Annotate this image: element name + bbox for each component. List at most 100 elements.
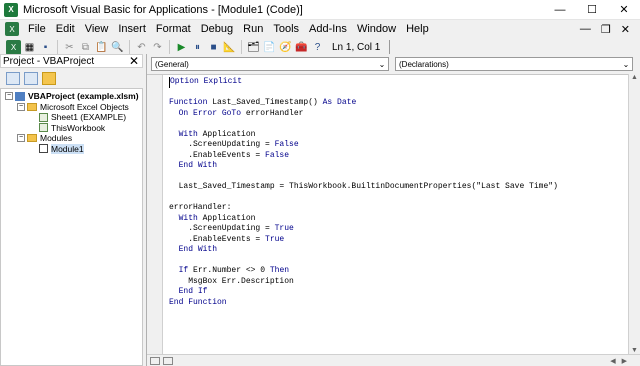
tree-item-label: ThisWorkbook [51,122,106,133]
procedure-view-icon[interactable] [150,356,160,365]
chevron-down-icon: ⌄ [378,59,386,69]
menu-view[interactable]: View [80,20,114,38]
collapse-icon[interactable]: − [17,134,25,143]
collapse-icon[interactable]: − [5,92,13,101]
tree-item-project[interactable]: − VBAProject (example.xlsm) [1,91,142,102]
menu-run[interactable]: Run [238,20,268,38]
code-line[interactable]: With Application [169,130,558,141]
help-icon[interactable]: ? [310,40,325,55]
folder-icon [27,102,37,111]
menu-window[interactable]: Window [352,20,401,38]
run-icon[interactable]: ▶ [174,40,189,55]
maximize-button[interactable]: ☐ [576,0,608,20]
project-icon [15,91,25,101]
paste-icon[interactable]: 📋 [94,40,109,55]
window-title: Microsoft Visual Basic for Applications … [23,3,303,16]
full-module-view-icon[interactable] [163,356,173,365]
insert-module-icon[interactable]: ▦ [22,40,37,55]
minimize-button[interactable]: — [544,0,576,20]
code-line[interactable]: End If [169,287,558,298]
code-line[interactable]: With Application [169,214,558,225]
menu-edit[interactable]: Edit [51,20,80,38]
code-line[interactable]: Option Explicit [169,77,558,88]
scroll-right-icon[interactable]: ▶ [622,357,627,365]
folder-icon [27,134,37,143]
code-line[interactable]: .EnableEvents = True [169,235,558,246]
tree-item-label: Microsoft Excel Objects [40,101,129,112]
code-line[interactable]: If Err.Number <> 0 Then [169,266,558,277]
tree-item-label: VBAProject (example.xlsm) [28,91,139,102]
code-line[interactable]: End With [169,161,558,172]
code-line[interactable]: Function Last_Saved_Timestamp() As Date [169,98,558,109]
tree-item-sheet1[interactable]: Sheet1 (EXAMPLE) [1,112,142,123]
redo-icon[interactable]: ↷ [150,40,165,55]
menu-file[interactable]: File [23,20,51,38]
copy-icon[interactable]: ⧉ [78,40,93,55]
code-line[interactable]: End With [169,245,558,256]
scroll-down-icon[interactable]: ▼ [631,347,638,354]
close-icon[interactable]: ✕ [129,54,139,68]
view-object-icon[interactable] [24,71,38,85]
code-margin[interactable] [147,75,163,355]
code-line[interactable] [169,119,558,130]
view-code-icon[interactable] [6,71,20,85]
code-line[interactable]: errorHandler: [169,203,558,214]
menu-debug[interactable]: Debug [196,20,238,38]
menu-add-ins[interactable]: Add-Ins [304,20,352,38]
code-line[interactable]: On Error GoTo errorHandler [169,109,558,120]
find-icon[interactable]: 🔍 [110,40,125,55]
code-line[interactable] [169,256,558,267]
procedure-dropdown[interactable]: (Declarations) ⌄ [395,57,633,71]
menu-bar: X File Edit View Insert Format Debug Run… [0,20,640,38]
save-icon[interactable]: ▪ [38,40,53,55]
code-line[interactable]: .ScreenUpdating = False [169,140,558,151]
cursor-position: Ln 1, Col 1 [332,41,381,53]
code-window: (General) ⌄ (Declarations) ⌄ Option Expl… [146,54,640,366]
reset-icon[interactable]: ■ [206,40,221,55]
collapse-icon[interactable]: − [17,102,25,111]
view-excel-icon[interactable]: X [6,39,21,55]
properties-icon[interactable]: 📄 [262,40,277,55]
menu-help[interactable]: Help [401,20,434,38]
design-mode-icon[interactable]: 📐 [222,40,237,55]
menu-insert[interactable]: Insert [113,20,151,38]
code-line[interactable]: MsgBox Err.Description [169,277,558,288]
toggle-folders-icon[interactable] [42,71,56,85]
close-icon: ✕ [619,4,629,16]
toolbar-separator [241,40,242,54]
project-explorer-icon[interactable]: 🗂 [246,40,261,55]
code-lines[interactable]: Option Explicit Function Last_Saved_Time… [169,77,558,308]
code-line[interactable]: Last_Saved_Timestamp = ThisWorkbook.Buil… [169,182,558,193]
tree-item-excel-objects[interactable]: − Microsoft Excel Objects [1,102,142,113]
close-button[interactable]: ✕ [608,0,640,20]
mdi-close-icon[interactable]: ✕ [621,23,630,36]
break-icon[interactable]: ⏸ [190,40,205,55]
tree-item-thisworkbook[interactable]: ThisWorkbook [1,123,142,134]
menu-tools[interactable]: Tools [268,20,304,38]
toolbox-icon[interactable]: 🧰 [294,40,309,55]
code-line[interactable] [169,88,558,99]
code-line[interactable]: .EnableEvents = False [169,151,558,162]
scroll-up-icon[interactable]: ▲ [631,74,638,81]
code-line[interactable] [169,172,558,183]
mdi-minimize-icon[interactable]: — [580,23,591,36]
code-window-combos: (General) ⌄ (Declarations) ⌄ [147,54,640,74]
tree-item-module1[interactable]: Module1 [1,143,142,155]
code-line[interactable] [169,193,558,204]
horizontal-scrollbar[interactable]: ◀ ▶ [610,357,640,365]
excel-menu-icon[interactable]: X [5,22,19,36]
code-line[interactable]: End Function [169,298,558,309]
tree-item-modules[interactable]: − Modules [1,133,142,144]
code-editor[interactable]: Option Explicit Function Last_Saved_Time… [147,74,629,355]
mdi-restore-icon[interactable]: ❐ [601,23,611,36]
cut-icon[interactable]: ✂ [62,40,77,55]
toolbar-grip[interactable] [389,40,397,54]
menu-format[interactable]: Format [151,20,196,38]
code-line[interactable]: .ScreenUpdating = True [169,224,558,235]
object-dropdown-value: (General) [155,59,189,69]
object-dropdown[interactable]: (General) ⌄ [151,57,389,71]
scroll-left-icon[interactable]: ◀ [610,357,615,365]
object-browser-icon[interactable]: 🧭 [278,40,293,55]
undo-icon[interactable]: ↶ [134,40,149,55]
vertical-scrollbar[interactable]: ▲ ▼ [628,74,640,354]
